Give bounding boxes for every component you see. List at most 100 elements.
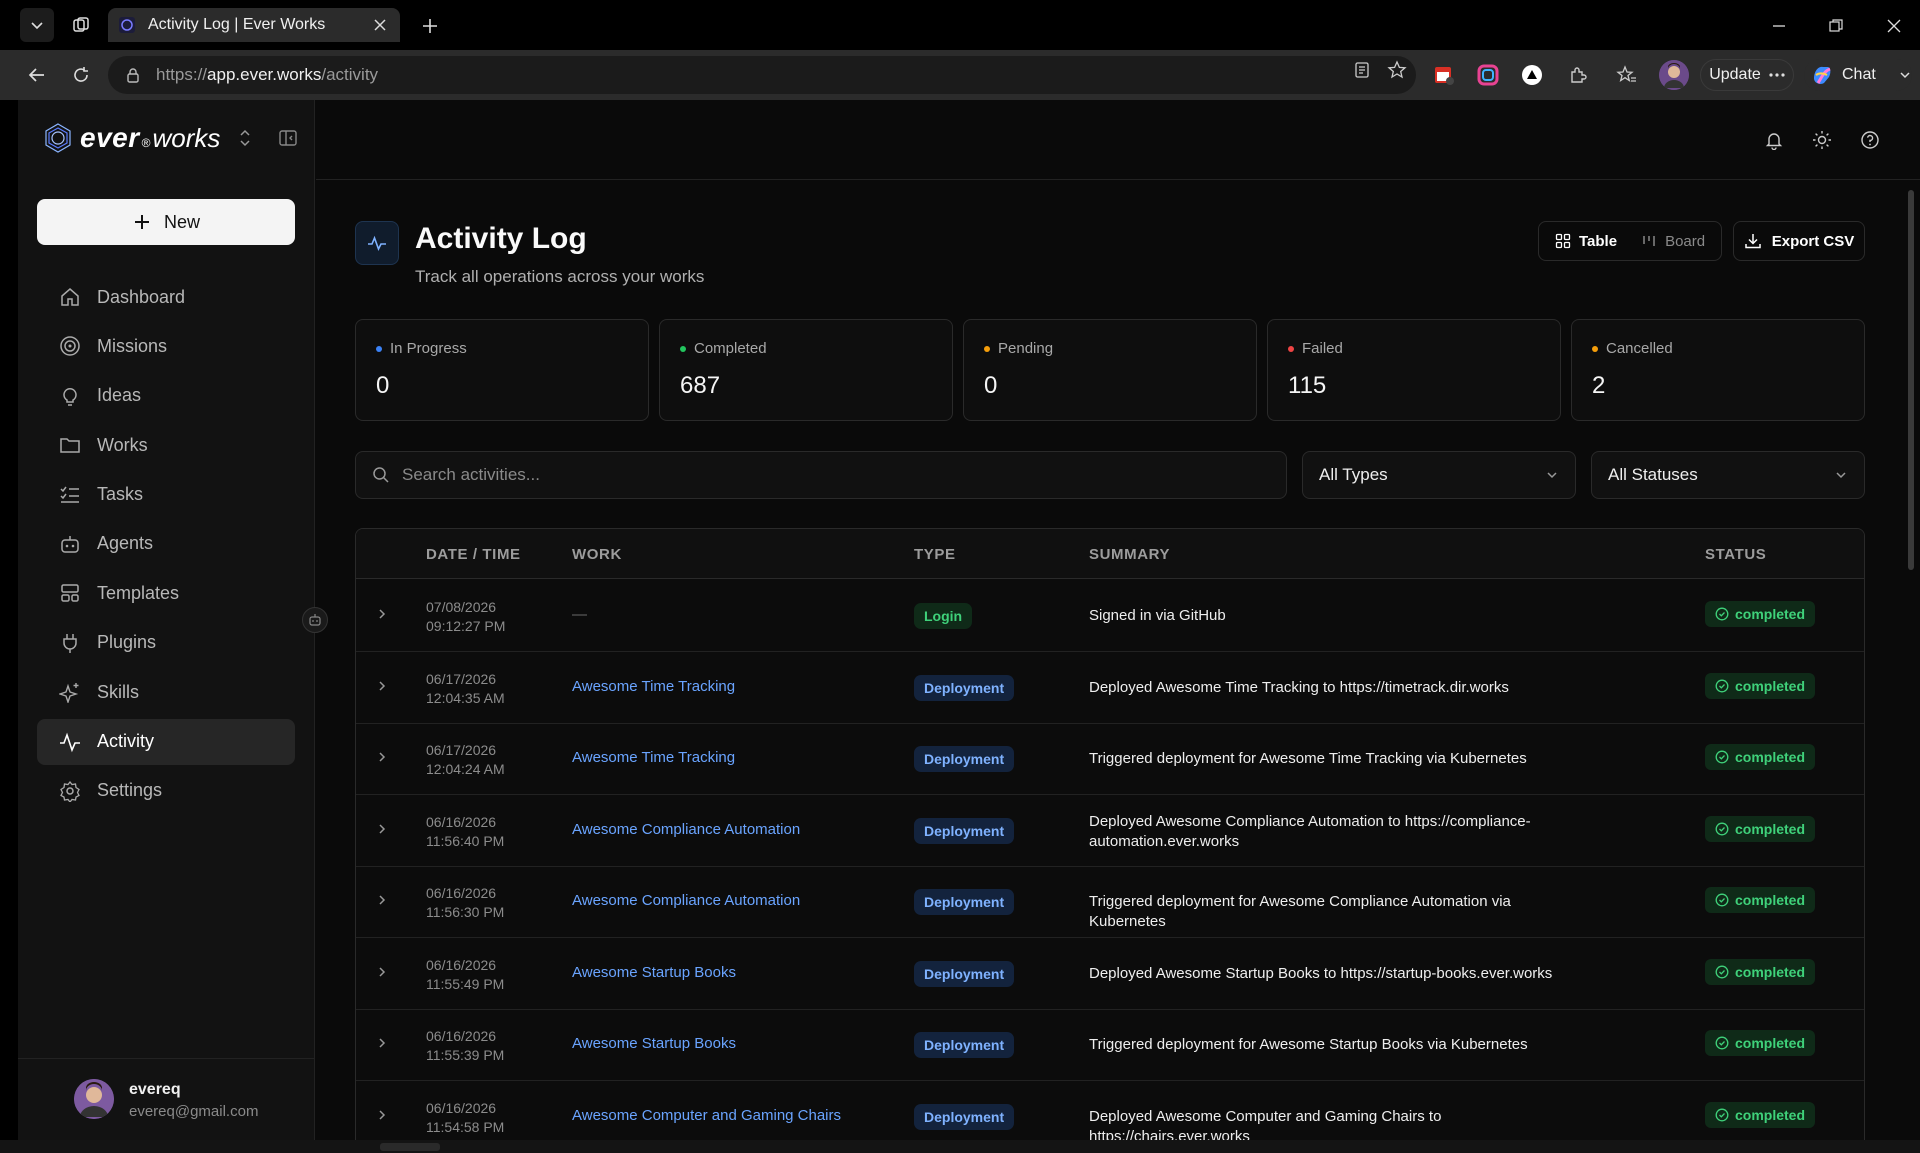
row-datetime: 06/16/2026 11:55:49 PM <box>426 956 504 994</box>
table-row[interactable]: 06/17/2026 12:04:35 AM Awesome Time Track… <box>356 652 1864 724</box>
tab-list-button[interactable] <box>20 8 54 42</box>
table-row[interactable]: 06/16/2026 11:55:39 PM Awesome Startup Bo… <box>356 1009 1864 1081</box>
table-row[interactable]: 06/16/2026 11:55:49 PM Awesome Startup Bo… <box>356 938 1864 1010</box>
stat-card-pending[interactable]: Pending 0 <box>963 319 1257 421</box>
stat-card-cancelled[interactable]: Cancelled 2 <box>1571 319 1865 421</box>
row-work-link[interactable]: Awesome Computer and Gaming Chairs <box>572 1107 841 1124</box>
update-button[interactable]: Update <box>1700 59 1794 91</box>
row-date: 06/16/2026 <box>426 813 497 830</box>
layout-icon <box>59 582 81 604</box>
expand-row-button[interactable] <box>372 676 392 696</box>
user-avatar <box>74 1079 114 1119</box>
table-row[interactable]: 06/17/2026 12:04:24 AM Awesome Time Track… <box>356 723 1864 795</box>
table-view-button[interactable]: Table <box>1543 225 1629 257</box>
column-header-date[interactable]: DATE / TIME <box>426 546 521 563</box>
table-row[interactable]: 06/16/2026 11:56:30 PM Awesome Compliance… <box>356 866 1864 938</box>
new-button[interactable]: New <box>37 199 295 245</box>
sidebar-item-works[interactable]: Works <box>37 422 295 468</box>
row-work-link[interactable]: Awesome Startup Books <box>572 1035 736 1052</box>
row-date: 06/17/2026 <box>426 670 497 687</box>
row-work-link[interactable]: Awesome Compliance Automation <box>572 821 800 838</box>
expand-row-button[interactable] <box>372 1105 392 1125</box>
row-work-link[interactable]: Awesome Time Tracking <box>572 678 735 695</box>
column-header-type[interactable]: TYPE <box>914 546 956 563</box>
row-date: 06/16/2026 <box>426 1028 497 1044</box>
status-filter-select[interactable]: All Statuses <box>1591 451 1865 499</box>
expand-row-button[interactable] <box>372 962 392 982</box>
table-row[interactable]: 06/16/2026 11:54:58 PM Awesome Computer a… <box>356 1081 1864 1140</box>
bottom-edge <box>0 1140 1920 1153</box>
vertical-scrollbar[interactable] <box>1908 190 1914 570</box>
color-extension-button[interactable] <box>1476 63 1500 87</box>
check-circle-icon <box>1715 750 1729 764</box>
notifications-button[interactable] <box>1762 128 1786 152</box>
column-header-summary[interactable]: SUMMARY <box>1089 546 1170 563</box>
minimize-button[interactable] <box>1765 12 1793 40</box>
row-work-link[interactable]: Awesome Time Tracking <box>572 749 735 766</box>
sidebar-item-dashboard[interactable]: Dashboard <box>37 274 295 320</box>
status-badge: completed <box>1705 958 1816 985</box>
active-tab[interactable]: Activity Log | Ever Works <box>108 8 400 42</box>
sidebar-item-label: Skills <box>97 681 140 702</box>
sidebar-item-skills[interactable]: Skills <box>37 669 295 715</box>
expand-row-button[interactable] <box>372 604 392 624</box>
workspace-switcher[interactable] <box>236 128 254 148</box>
sidebar-item-settings[interactable]: Settings <box>37 768 295 814</box>
search-input[interactable] <box>402 465 1262 485</box>
table-row[interactable]: 07/08/2026 09:12:27 PM — Login Signed in … <box>356 580 1864 652</box>
workspaces-button[interactable] <box>64 8 98 42</box>
sidebar-item-templates[interactable]: Templates <box>37 570 295 616</box>
user-menu[interactable]: evereq evereq@gmail.com <box>18 1058 315 1140</box>
table-row[interactable]: 06/16/2026 11:56:40 PM Awesome Compliance… <box>356 795 1864 867</box>
expand-row-button[interactable] <box>372 1033 392 1053</box>
stat-value: 2 <box>1592 372 1606 399</box>
chevrons-up-down-icon <box>240 129 250 147</box>
row-work-link[interactable]: Awesome Startup Books <box>572 964 736 981</box>
stat-card-failed[interactable]: Failed 115 <box>1267 319 1561 421</box>
restore-button[interactable] <box>1822 12 1850 40</box>
brand-logo[interactable]: ever ® works <box>42 120 220 156</box>
url-field[interactable]: https://app.ever.works/activity <box>108 56 1416 94</box>
expand-row-button[interactable] <box>372 747 392 767</box>
expand-row-button[interactable] <box>372 890 392 910</box>
reload-button[interactable] <box>68 62 94 88</box>
extensions-button[interactable] <box>1566 63 1590 87</box>
calendar-extension-button[interactable] <box>1432 63 1456 87</box>
theme-toggle-button[interactable] <box>1810 128 1834 152</box>
triangle-extension-button[interactable] <box>1520 63 1544 87</box>
sidebar-item-agents[interactable]: Agents <box>37 521 295 567</box>
status-label: completed <box>1735 1035 1806 1051</box>
collapse-sidebar-button[interactable] <box>278 128 298 148</box>
close-window-button[interactable] <box>1880 12 1908 40</box>
sidebar-item-tasks[interactable]: Tasks <box>37 472 295 518</box>
back-button[interactable] <box>24 62 50 88</box>
favorites-button[interactable] <box>1615 63 1639 87</box>
row-datetime: 06/17/2026 12:04:24 AM <box>426 741 505 779</box>
help-button[interactable] <box>1858 128 1882 152</box>
reading-view-button[interactable] <box>1351 59 1373 81</box>
sidebar-item-missions[interactable]: Missions <box>37 323 295 369</box>
column-header-status[interactable]: STATUS <box>1705 546 1766 563</box>
close-tab-button[interactable] <box>370 15 390 35</box>
sidebar-item-plugins[interactable]: Plugins <box>37 620 295 666</box>
sidebar-item-activity[interactable]: Activity <box>37 718 295 765</box>
column-header-work[interactable]: WORK <box>572 546 622 563</box>
profile-avatar[interactable] <box>1659 60 1689 90</box>
favorite-button[interactable] <box>1386 59 1408 81</box>
row-work-link[interactable]: Awesome Compliance Automation <box>572 892 800 909</box>
horizontal-scrollbar[interactable] <box>380 1143 440 1151</box>
stat-card-in-progress[interactable]: In Progress 0 <box>355 319 649 421</box>
stat-card-completed[interactable]: Completed 687 <box>659 319 953 421</box>
sidebar-item-ideas[interactable]: Ideas <box>37 373 295 419</box>
activity-icon <box>368 235 386 252</box>
copilot-chat-button[interactable]: Chat <box>1804 59 1912 91</box>
expand-row-button[interactable] <box>372 819 392 839</box>
status-dot <box>1592 345 1598 352</box>
brand-registered-mark: ® <box>141 136 151 150</box>
board-view-button[interactable]: Board <box>1629 225 1717 257</box>
type-filter-select[interactable]: All Types <box>1302 451 1576 499</box>
check-circle-icon <box>1715 1108 1729 1121</box>
top-bar <box>316 100 1920 180</box>
new-tab-button[interactable] <box>416 12 444 40</box>
export-csv-button[interactable]: Export CSV <box>1733 221 1865 261</box>
